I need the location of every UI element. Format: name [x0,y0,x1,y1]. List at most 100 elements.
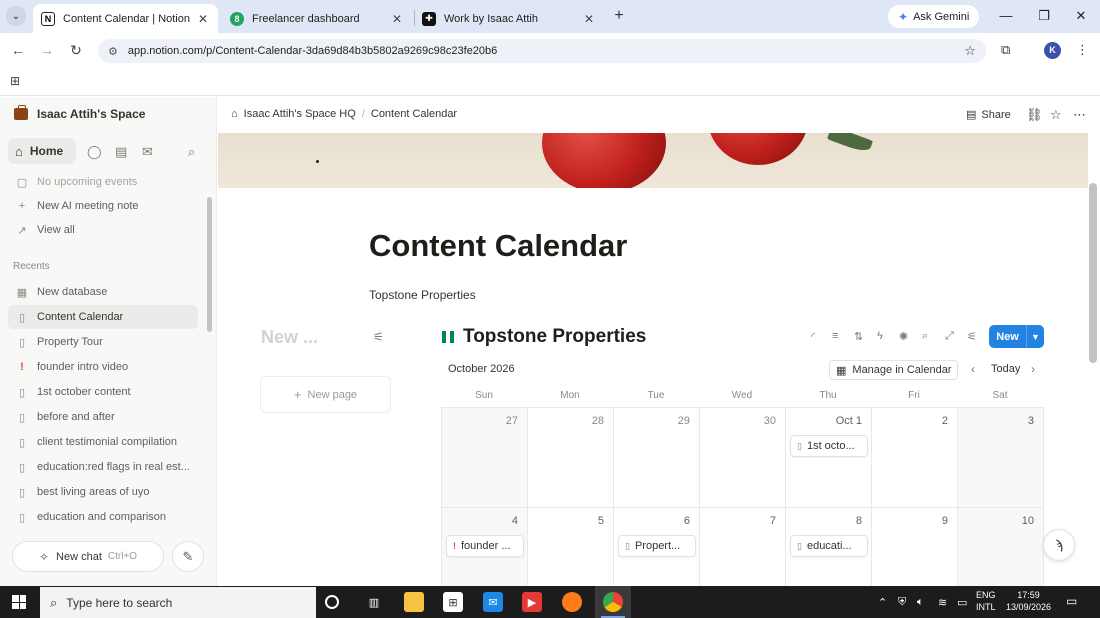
calendar-day-cell[interactable]: 5 [528,508,614,586]
calendar-database-title[interactable]: Topstone Properties [442,326,646,348]
sidebar-item-education-comparison[interactable]: ▯ education and comparison [8,505,198,529]
calendar-event-card[interactable]: ▯ Propert... [618,535,696,557]
calendar-day-cell[interactable]: 28 [528,408,614,508]
chat-bubble-icon[interactable]: ◯ [87,144,102,160]
share-button[interactable]: ▤ Share [966,108,1011,122]
view-settings-icon[interactable]: ⚟ [967,330,977,343]
sidebar-item-before-and-after[interactable]: ▯ before and after [8,405,198,429]
minimize-icon[interactable]: — [997,8,1015,23]
new-page-card[interactable]: + New page [260,376,391,413]
breadcrumb-page[interactable]: Content Calendar [371,108,457,120]
file-explorer-icon[interactable] [404,592,424,612]
volume-icon[interactable]: 🔈︎ [917,596,924,609]
sort-icon[interactable]: ⇅ [854,330,863,343]
calendar-day-cell[interactable]: 7 [700,508,786,586]
youtube-icon[interactable]: ▶ [522,592,542,612]
security-shield-icon[interactable]: ⛨ [898,596,906,609]
chrome-icon[interactable] [603,592,623,612]
favorite-star-icon[interactable]: ☆ [1050,107,1062,123]
battery-icon[interactable]: ▭ [957,596,967,609]
taskbar-search-input[interactable]: ⌕ Type here to search [40,587,316,618]
calendar-day-cell[interactable]: 3 [958,408,1044,508]
sidebar-item-new-ai-meeting-note[interactable]: + New AI meeting note [8,194,198,218]
ask-gemini-button[interactable]: ✦ Ask Gemini [888,5,980,28]
breadcrumb-workspace[interactable]: Isaac Attih's Space HQ [244,108,356,120]
calendar-day-cell[interactable]: 29 [614,408,700,508]
calendar-day-cell[interactable]: 8 ▯ educati... [786,508,872,586]
address-bar[interactable]: ⚙ app.notion.com/p/Content-Calendar-3da6… [98,39,986,63]
sidebar-item-client-testimonial[interactable]: ▯ client testimonial compilation [8,430,198,454]
new-chat-button[interactable]: ✧ New chat Ctrl+O [12,541,164,572]
forward-arrow-icon[interactable]: → [38,41,56,59]
window-close-icon[interactable]: ✕ [1072,8,1090,24]
sidebar-item-property-tour[interactable]: ▯ Property Tour [8,330,198,354]
reload-icon[interactable]: ↻ [67,41,85,59]
filter-settings-icon[interactable]: ⚟ [373,330,384,344]
calendar-day-cell[interactable]: 6 ▯ Propert... [614,508,700,586]
sidebar-item-content-calendar[interactable]: ▯ Content Calendar [8,305,198,329]
notion-ai-help-icon[interactable]: ϡ [1043,529,1075,561]
calendar-day-cell[interactable]: 9 [872,508,958,586]
task-view-icon[interactable]: ▥ [364,592,384,612]
ai-sparkle-icon[interactable]: ✺ [899,330,908,343]
today-button[interactable]: Today [991,363,1020,375]
site-info-icon[interactable]: ⚙ [108,45,118,58]
microsoft-store-icon[interactable]: ⊞ [443,592,463,612]
search-icon[interactable]: ⌕ [922,330,928,343]
input-language-indicator[interactable]: ENG INTL [976,589,996,613]
sidebar-item-view-all[interactable]: ↗ View all [8,218,198,242]
inbox-icon[interactable]: ✉ [142,144,153,160]
next-month-chevron-icon[interactable]: › [1031,362,1035,376]
main-scrollbar[interactable] [1089,183,1097,363]
page-title[interactable]: Content Calendar [369,228,627,264]
close-icon[interactable]: ✕ [196,12,210,26]
calendar-day-cell[interactable]: 2 [872,408,958,508]
restore-icon[interactable]: ❐ [1035,8,1053,24]
meeting-notes-icon[interactable]: ▤ [115,144,127,160]
sidebar-item-best-living-areas[interactable]: ▯ best living areas of uyo [8,480,198,504]
browser-menu-icon[interactable]: ⋮ [1076,42,1089,58]
close-icon[interactable]: ✕ [390,12,404,26]
tab-freelancer-dashboard[interactable]: 8 Freelancer dashboard ✕ [222,4,412,33]
sidebar-item-1st-october-content[interactable]: ▯ 1st october content [8,380,198,404]
calendar-day-cell[interactable]: 10 [958,508,1044,586]
automation-bolt-icon[interactable]: ϟ [877,330,883,342]
extensions-puzzle-icon[interactable]: ⧉ [1001,42,1010,58]
workspace-switcher[interactable]: Isaac Attih's Space [14,105,145,121]
notification-center-icon[interactable]: ▭ [1066,594,1077,608]
firefox-icon[interactable] [562,592,582,612]
profile-avatar[interactable]: K [1044,42,1061,59]
windows-start-icon[interactable] [12,595,26,609]
search-icon[interactable]: ⌕ [188,144,195,160]
close-icon[interactable]: ✕ [582,12,596,26]
wifi-icon[interactable]: ≋ [938,596,947,609]
bookmark-star-icon[interactable]: ☆ [964,43,976,59]
back-arrow-icon[interactable]: ← [9,41,27,59]
new-entry-button[interactable]: New ▼ [989,325,1044,348]
tab-content-calendar[interactable]: N Content Calendar | Notion ✕ [33,4,218,33]
tab-search-chevron-icon[interactable]: ⌄ [6,6,26,26]
more-options-icon[interactable]: ⋯ [1073,107,1086,123]
tab-work-by-isaac[interactable]: ✚ Work by Isaac Attih ✕ [414,4,604,33]
left-database-title[interactable]: New ... [261,327,318,348]
calendar-day-cell[interactable]: 27 [442,408,528,508]
page-cover-image[interactable] [218,133,1088,188]
new-tab-plus-icon[interactable]: + [610,7,628,25]
calendar-event-card[interactable]: ! founder ... [446,535,524,557]
previous-month-chevron-icon[interactable]: ‹ [971,362,975,376]
sidebar-item-founder-intro-video[interactable]: ! founder intro video [8,355,198,379]
calendar-day-cell[interactable]: 30 [700,408,786,508]
expand-icon[interactable]: ⤢ [945,330,954,343]
sidebar-item-education-red-flags[interactable]: ▯ education:red flags in real est... [8,455,198,479]
apps-grid-icon[interactable]: ⊞ [10,74,20,88]
chevron-down-icon[interactable]: ▼ [1026,325,1044,348]
sidebar-item-new-database[interactable]: ▦ New database [8,280,198,304]
tray-chevron-up-icon[interactable]: ⌃ [878,596,887,609]
taskbar-clock[interactable]: 17:59 13/09/2026 [1006,589,1051,613]
compose-icon[interactable]: ✎ [172,541,204,572]
calendar-event-card[interactable]: ▯ 1st octo... [790,435,868,457]
calendar-day-cell[interactable]: 4 ! founder ... [442,508,528,586]
sidebar-scrollbar[interactable] [207,197,212,332]
page-text-property[interactable]: Topstone Properties [369,288,476,302]
manage-in-calendar-button[interactable]: ▦ Manage in Calendar [829,360,959,380]
